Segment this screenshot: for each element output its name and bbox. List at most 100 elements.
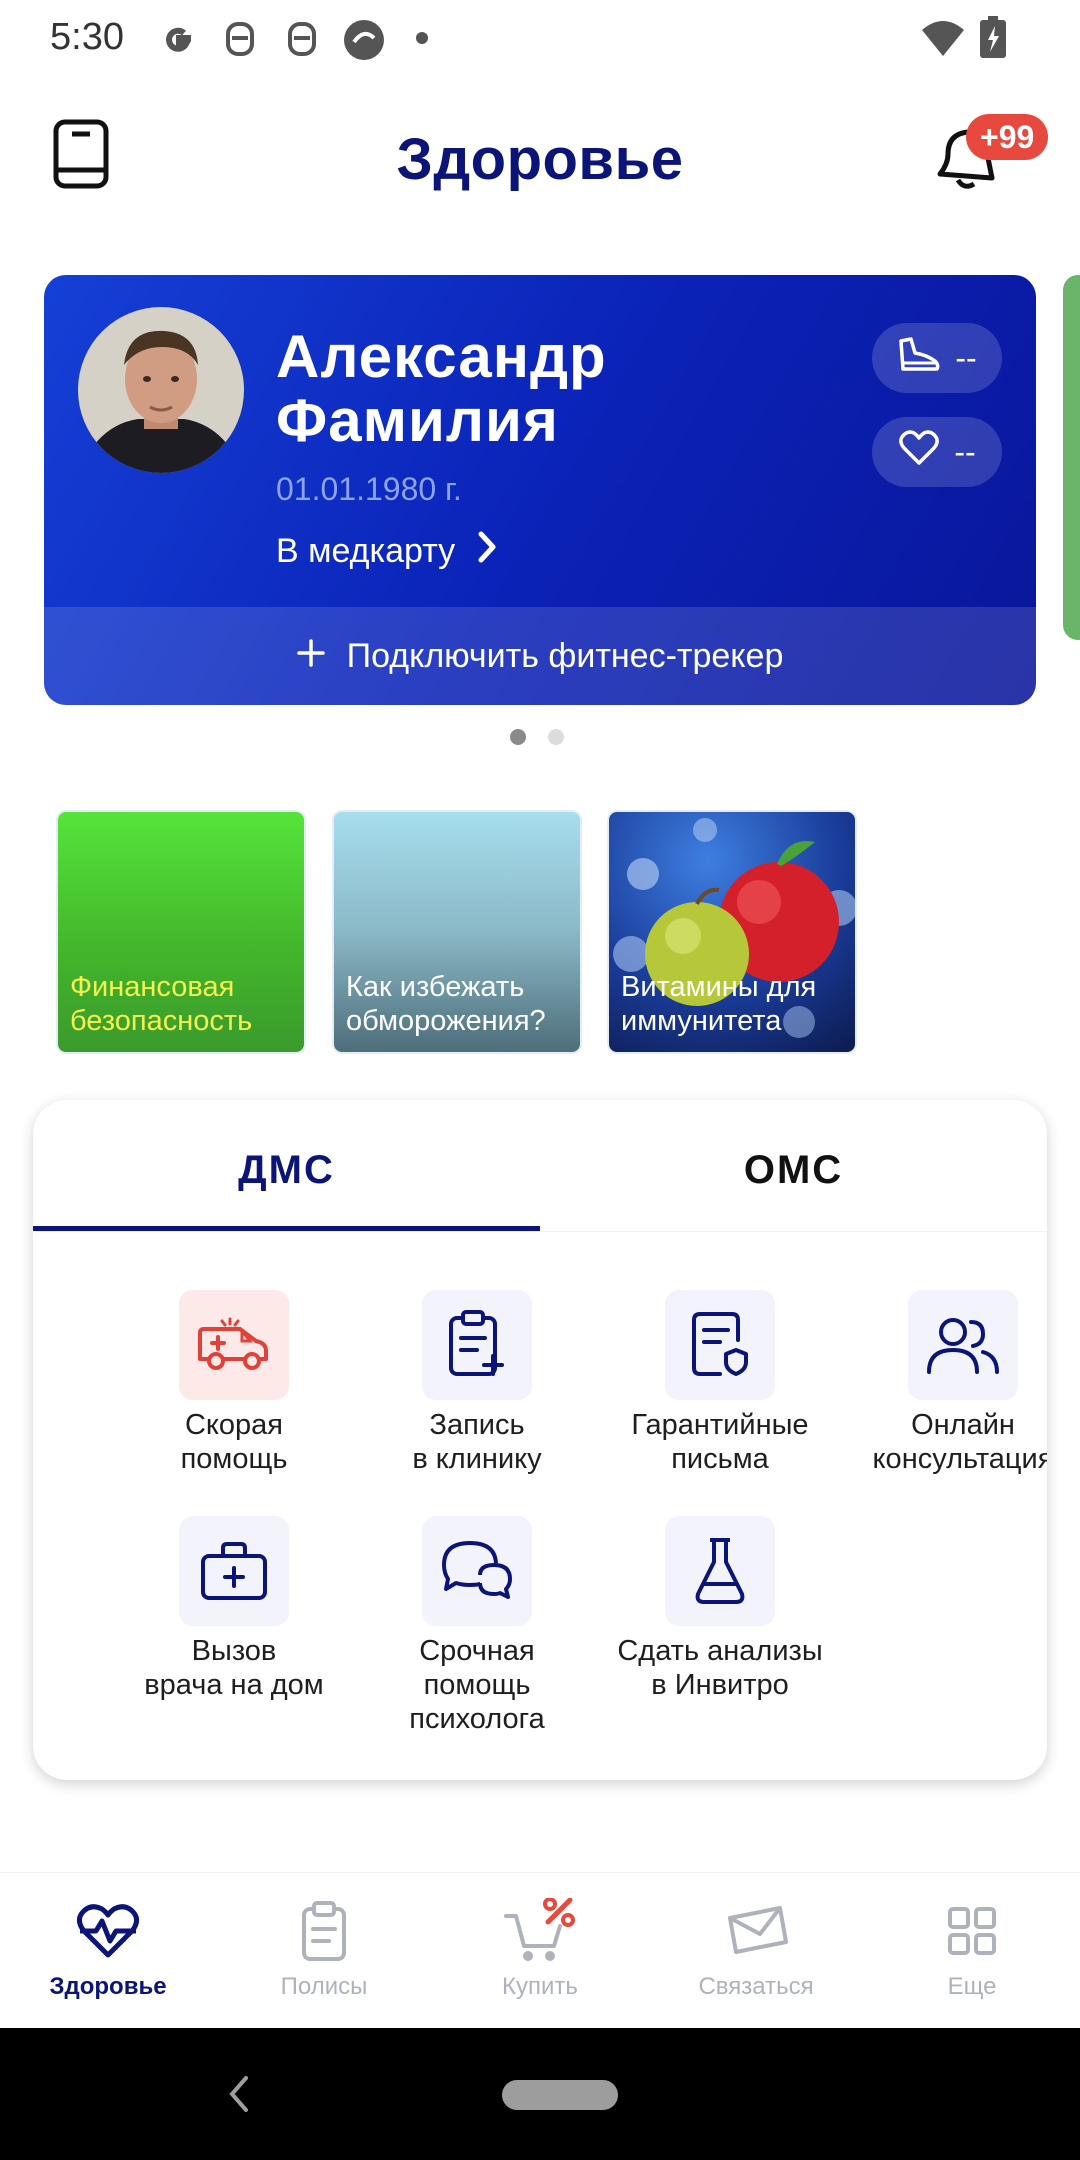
service-label-line: Гарантийные xyxy=(631,1409,809,1441)
user-first-name: Александр xyxy=(276,323,607,390)
avatar xyxy=(78,307,244,473)
nav-label: Купить xyxy=(502,1973,578,2000)
wifi-icon xyxy=(920,18,966,58)
service-label-line: помощь xyxy=(423,1669,531,1701)
ambulance-icon xyxy=(179,1290,289,1400)
nav-health[interactable]: Здоровье xyxy=(0,1891,216,2001)
notification-badge[interactable]: +99 xyxy=(966,114,1049,160)
service-psychologist[interactable]: Срочная помощь психолога xyxy=(362,1516,592,1736)
nav-label: Еще xyxy=(947,1973,997,2000)
battery-charging-icon xyxy=(980,16,1006,58)
service-label-line: Срочная xyxy=(419,1635,535,1667)
nav-label: Полисы xyxy=(280,1973,368,2000)
story-label: Финансовая безопасность xyxy=(70,970,252,1038)
user-name: Александр Фамилия xyxy=(276,325,607,453)
story-financial-security[interactable]: Финансовая безопасность xyxy=(56,810,306,1054)
service-label-line: Онлайн xyxy=(911,1409,1015,1441)
sneaker-icon xyxy=(897,335,941,381)
dot-icon xyxy=(416,32,428,44)
app-header: Здоровье +99 xyxy=(0,100,1080,220)
envelope-icon xyxy=(648,1891,864,1971)
nav-label: Здоровье xyxy=(49,1973,167,2000)
tab-dms[interactable]: ДМС xyxy=(33,1100,540,1230)
tab-divider xyxy=(33,1231,1047,1232)
back-icon[interactable] xyxy=(226,2074,250,2119)
flask-icon xyxy=(665,1516,775,1626)
story-label-line: Витамины для xyxy=(621,971,817,1003)
cart-percent-icon xyxy=(432,1891,648,1971)
steps-pill[interactable]: -- xyxy=(872,323,1002,393)
service-label-line: консультация xyxy=(872,1443,1047,1475)
connect-fitness-tracker-label: Подключить фитнес-трекер xyxy=(346,636,784,675)
service-clinic-appointment[interactable]: Запись в клинику xyxy=(362,1290,592,1476)
nav-buy[interactable]: Купить xyxy=(432,1891,648,2001)
story-frostbite[interactable]: Как избежать обморожения? xyxy=(332,810,582,1054)
connect-fitness-tracker-button[interactable]: Подключить фитнес-трекер xyxy=(44,607,1036,705)
story-label-line: безопасность xyxy=(70,1005,253,1037)
page-title: Здоровье xyxy=(396,127,684,192)
system-navigation-bar xyxy=(0,2028,1080,2160)
chevron-right-icon xyxy=(477,531,497,572)
service-label-line: Вызов xyxy=(191,1635,277,1667)
medcard-link-label: В медкарту xyxy=(276,532,456,570)
service-label: Запись в клинику xyxy=(362,1408,592,1476)
story-label-line: иммунитета xyxy=(621,1005,782,1037)
nav-label: Связаться xyxy=(698,1973,814,2000)
heart-value: -- xyxy=(954,433,976,470)
service-guarantee-letters[interactable]: Гарантийные письма xyxy=(605,1290,835,1476)
service-label-line: Запись xyxy=(429,1409,525,1441)
service-home-doctor[interactable]: Вызов врача на дом xyxy=(119,1516,349,1702)
service-label: Сдать анализы в Инвитро xyxy=(605,1634,835,1702)
service-label: Вызов врача на дом xyxy=(119,1634,349,1702)
service-label: Скорая помощь xyxy=(119,1408,349,1476)
service-ambulance[interactable]: Скорая помощь xyxy=(119,1290,349,1476)
nav-more[interactable]: Еще xyxy=(864,1891,1080,2001)
user-dob: 01.01.1980 г. xyxy=(276,471,462,507)
nav-contact[interactable]: Связаться xyxy=(648,1891,864,2001)
google-icon xyxy=(158,18,200,60)
next-card-peek[interactable] xyxy=(1063,275,1080,640)
service-label: Срочная помощь психолога xyxy=(362,1634,592,1736)
story-label-line: Как избежать xyxy=(346,971,525,1003)
home-pill[interactable] xyxy=(502,2080,618,2110)
service-label-line: психолога xyxy=(409,1703,545,1735)
services-panel: ДМС ОМС Скорая помощь Запись в клинику Гар… xyxy=(33,1100,1047,1780)
service-label-line: в клинику xyxy=(412,1443,542,1475)
service-label-line: Сдать анализы xyxy=(617,1635,823,1667)
service-label-line: в Инвитро xyxy=(651,1669,789,1701)
clipboard-icon xyxy=(216,1891,432,1971)
story-label-line: Финансовая xyxy=(70,971,235,1003)
nav-policies[interactable]: Полисы xyxy=(216,1891,432,2001)
medcard-link[interactable]: В медкарту xyxy=(276,531,497,572)
service-label: Онлайн консультация xyxy=(848,1408,1047,1476)
service-online-consultation[interactable]: Онлайн консультация xyxy=(848,1290,1047,1476)
notification-bot-icon xyxy=(222,18,258,60)
story-label: Витамины для иммунитета xyxy=(621,970,816,1038)
service-label-line: письма xyxy=(671,1443,769,1475)
status-bar: 5:30 xyxy=(0,0,1080,80)
tab-oms[interactable]: ОМС xyxy=(540,1100,1047,1230)
carousel-dot xyxy=(548,729,564,745)
clipboard-plus-icon xyxy=(422,1290,532,1400)
carousel-indicator xyxy=(510,729,564,745)
heart-pulse-icon xyxy=(0,1891,216,1971)
bottom-navigation: Здоровье Полисы Купить Связаться Еще xyxy=(0,1872,1080,2028)
grid-icon xyxy=(864,1891,1080,1971)
steps-value: -- xyxy=(955,339,977,376)
story-vitamins[interactable]: Витамины для иммунитета xyxy=(607,810,857,1054)
chat-bubbles-icon xyxy=(422,1516,532,1626)
users-icon xyxy=(908,1290,1018,1400)
sync-app-icon xyxy=(342,18,386,62)
service-label-line: помощь xyxy=(180,1443,288,1475)
heart-pill[interactable]: -- xyxy=(872,417,1002,487)
medical-bag-icon xyxy=(179,1516,289,1626)
plus-icon xyxy=(296,637,325,676)
status-time: 5:30 xyxy=(50,16,124,58)
user-last-name: Фамилия xyxy=(276,387,559,454)
notification-bot-icon xyxy=(284,18,320,60)
service-label-line: врача на дом xyxy=(144,1669,324,1701)
heart-icon xyxy=(898,429,940,475)
service-label-line: Скорая xyxy=(184,1409,284,1441)
profile-card[interactable]: Александр Фамилия 01.01.1980 г. В медкар… xyxy=(44,275,1036,705)
service-invitro-tests[interactable]: Сдать анализы в Инвитро xyxy=(605,1516,835,1702)
